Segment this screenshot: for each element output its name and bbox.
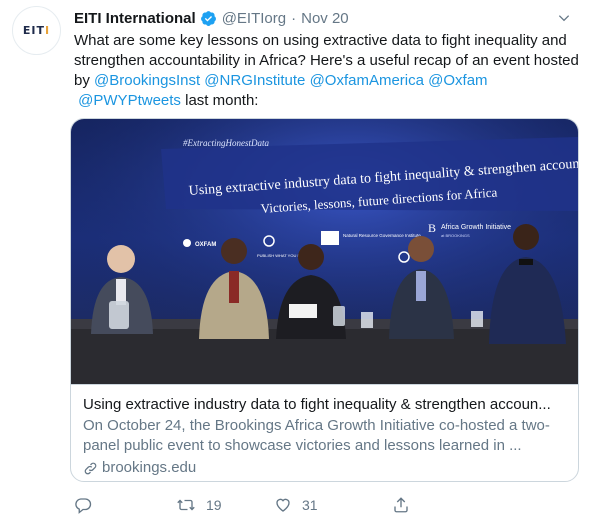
mention-link[interactable]: @NRGInstitute [204,72,305,89]
verified-badge-icon [200,10,217,27]
card-image: #ExtractingHonestData Using extractive i… [71,119,578,384]
share-button[interactable] [392,496,410,514]
reply-icon [74,496,92,514]
hashtag-text: #ExtractingHonestData [183,138,269,148]
mention-link[interactable]: @PWYPtweets [78,92,181,109]
mention-link[interactable]: @OxfamAmerica [310,72,424,89]
retweet-count: 19 [206,497,222,513]
agi-logo-text: Africa Growth Initiative [441,224,511,231]
card-domain-text: brookings.edu [102,459,197,476]
oxfam-logo-text: OXFAM [195,242,216,248]
avatar[interactable]: EITI [12,6,61,55]
link-card[interactable]: #ExtractingHonestData Using extractive i… [70,118,579,482]
card-body: Using extractive industry data to fight … [71,384,578,481]
brookings-b-logo: B [428,221,436,235]
account-handle[interactable]: @EITIorg [222,10,286,27]
link-icon [83,461,98,476]
tweet-text-tail: last month: [180,92,259,109]
card-description: On October 24, the Brookings Africa Grow… [83,417,550,454]
chevron-down-icon[interactable] [555,9,573,27]
heart-icon [274,496,292,514]
tweet-date[interactable]: Nov 20 [301,10,349,27]
tweet-header: EITI International @EITIorg · Nov 20 [74,8,573,28]
retweet-icon [176,496,196,514]
action-bar: 19 31 [74,494,504,516]
agi-logo-subtext: at BROOKINGS [441,233,470,238]
card-domain[interactable]: brookings.edu [83,458,568,478]
share-icon [392,496,410,514]
nrgi-logo-text: Natural Resource Governance Institute [343,233,421,238]
retweet-button[interactable]: 19 [176,496,274,514]
reply-button[interactable] [74,496,176,514]
avatar-logo-text: EITI [22,24,51,37]
card-title[interactable]: Using extractive industry data to fight … [83,395,568,415]
like-count: 31 [302,497,318,513]
tweet-text: What are some key lessons on using extra… [74,31,579,111]
mention-link[interactable]: @Oxfam [428,72,487,89]
mention-link[interactable]: @BrookingsInst [94,72,200,89]
account-name[interactable]: EITI International [74,10,196,27]
pwyp-logo-text: PUBLISH WHAT YOU PAY [257,253,305,258]
separator-dot: · [291,9,297,27]
like-button[interactable]: 31 [274,496,392,514]
